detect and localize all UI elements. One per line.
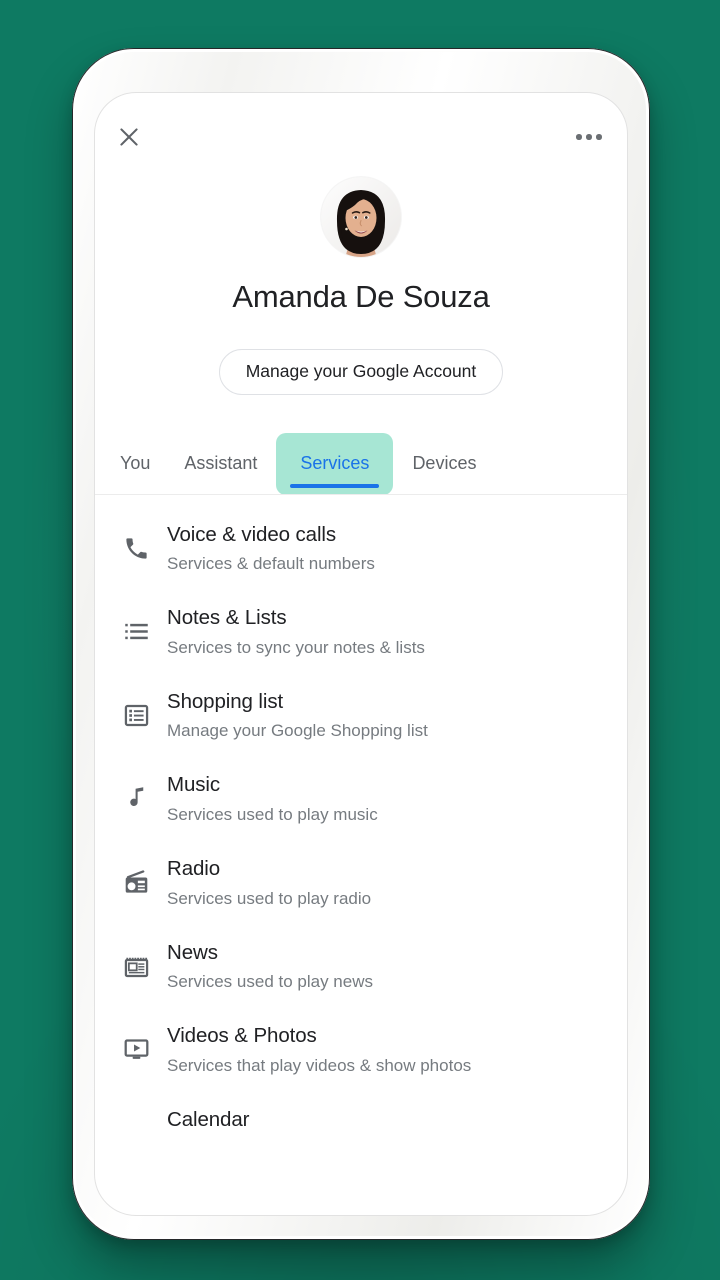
avatar[interactable]: [321, 177, 401, 257]
tab-you[interactable]: You: [103, 433, 167, 495]
calendar-icon: [105, 1106, 167, 1120]
phone-icon: [105, 521, 167, 562]
list-item-text: Shopping list Manage your Google Shoppin…: [167, 688, 605, 744]
tab-assistant[interactable]: Assistant: [167, 433, 274, 495]
manage-account-section: Manage your Google Account: [95, 349, 627, 395]
list-item-notes-lists[interactable]: Notes & Lists Services to sync your note…: [95, 590, 627, 674]
tab-bar: You Assistant Services Devices: [95, 432, 627, 495]
list-item-music[interactable]: Music Services used to play music: [95, 757, 627, 841]
list-item-title: Shopping list: [167, 689, 284, 713]
notes-list-icon: [105, 604, 167, 645]
radio-icon: [105, 855, 167, 896]
list-item-title: Calendar: [167, 1107, 250, 1131]
list-item-text: Voice & video calls Services & default n…: [167, 521, 605, 577]
list-item-title: Videos & Photos: [167, 1024, 317, 1048]
list-item-title: Voice & video calls: [167, 522, 337, 546]
list-item-subtitle: Services used to play music: [167, 805, 378, 824]
page-title: Amanda De Souza: [232, 279, 490, 314]
list-item-radio[interactable]: Radio Services used to play radio: [95, 841, 627, 925]
services-list: Voice & video calls Services & default n…: [95, 495, 627, 1148]
profile-section: Amanda De Souza: [95, 171, 627, 315]
list-item-subtitle: Services & default numbers: [167, 554, 375, 574]
list-item-subtitle: Services used to play radio: [167, 888, 372, 908]
tab-label: You: [120, 453, 151, 473]
list-item-subtitle: Manage your Google Shopping list: [167, 721, 428, 741]
tab-active-indicator: [290, 484, 380, 488]
manage-google-account-button[interactable]: Manage your Google Account: [218, 349, 504, 395]
list-item-title: Music: [167, 773, 221, 797]
list-item-subtitle: Services to sync your notes & lists: [167, 637, 425, 657]
list-item-news[interactable]: News Services used to play news: [95, 925, 627, 1009]
list-item-text: Notes & Lists Services to sync your note…: [167, 604, 605, 660]
list-item-text: Calendar: [167, 1106, 605, 1134]
music-note-icon: [105, 771, 167, 812]
list-item-text: Radio Services used to play radio: [167, 855, 605, 911]
close-icon[interactable]: [107, 115, 151, 159]
list-item-calendar[interactable]: Calendar: [95, 1092, 627, 1148]
phone-device-frame: Amanda De Souza Manage your Google Accou…: [72, 48, 650, 1240]
list-item-text: News Services used to play news: [167, 939, 605, 995]
list-item-text: Videos & Photos Services that play video…: [167, 1022, 605, 1078]
list-item-title: Notes & Lists: [167, 606, 287, 630]
video-player-icon: [105, 1022, 167, 1063]
tab-devices[interactable]: Devices: [395, 433, 493, 495]
newspaper-icon: [105, 939, 167, 980]
top-bar: [95, 93, 627, 171]
list-item-subtitle: Services used to play news: [167, 972, 373, 992]
list-item-text: Music Services used to play music: [167, 771, 605, 827]
tab-services[interactable]: Services: [276, 432, 394, 495]
list-item-title: Radio: [167, 856, 221, 880]
list-item-shopping-list[interactable]: Shopping list Manage your Google Shoppin…: [95, 674, 627, 758]
more-options-icon[interactable]: [567, 115, 611, 159]
shopping-list-icon: [105, 688, 167, 729]
tab-label: Services: [300, 453, 370, 473]
list-item-title: News: [167, 940, 218, 964]
list-item-subtitle: Services that play videos & show photos: [167, 1055, 472, 1075]
tab-label: Devices: [412, 453, 477, 473]
list-item-voice-video-calls[interactable]: Voice & video calls Services & default n…: [95, 507, 627, 591]
tab-label: Assistant: [184, 453, 258, 473]
list-item-videos-photos[interactable]: Videos & Photos Services that play video…: [95, 1008, 627, 1092]
phone-screen: Amanda De Souza Manage your Google Accou…: [94, 92, 628, 1216]
